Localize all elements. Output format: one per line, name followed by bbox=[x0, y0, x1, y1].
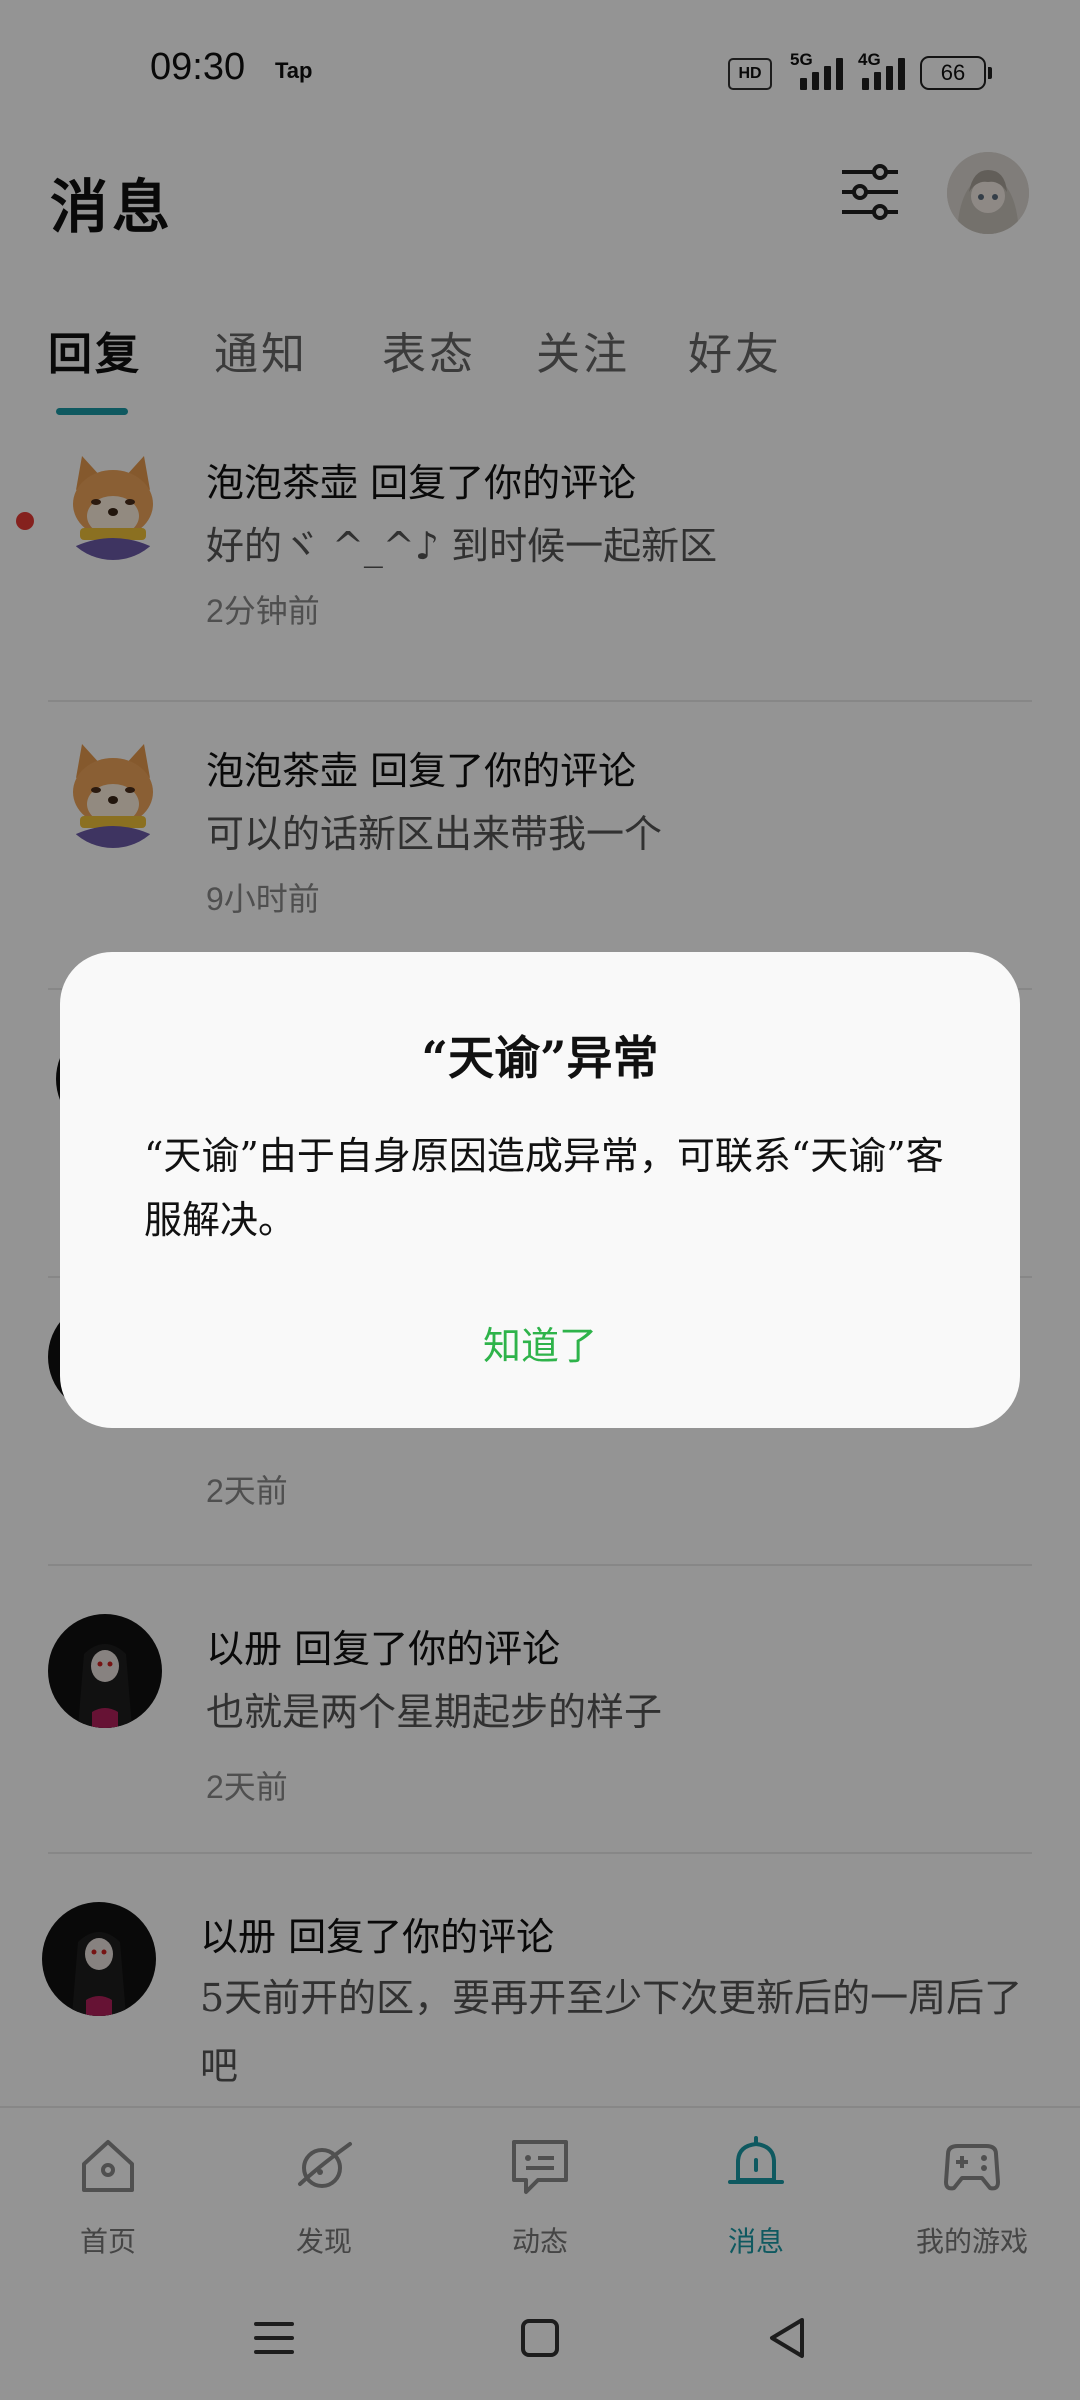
dialog-title: “天谕”异常 bbox=[421, 1031, 659, 1085]
error-dialog: “天谕”异常 “天谕”由于自身原因造成异常，可联系“天谕”客服解决。 知道了 bbox=[60, 952, 1020, 1428]
dialog-ok-button[interactable]: 知道了 bbox=[440, 1310, 640, 1382]
dialog-message: “天谕”由于自身原因造成异常，可联系“天谕”客服解决。 bbox=[144, 1134, 944, 1242]
